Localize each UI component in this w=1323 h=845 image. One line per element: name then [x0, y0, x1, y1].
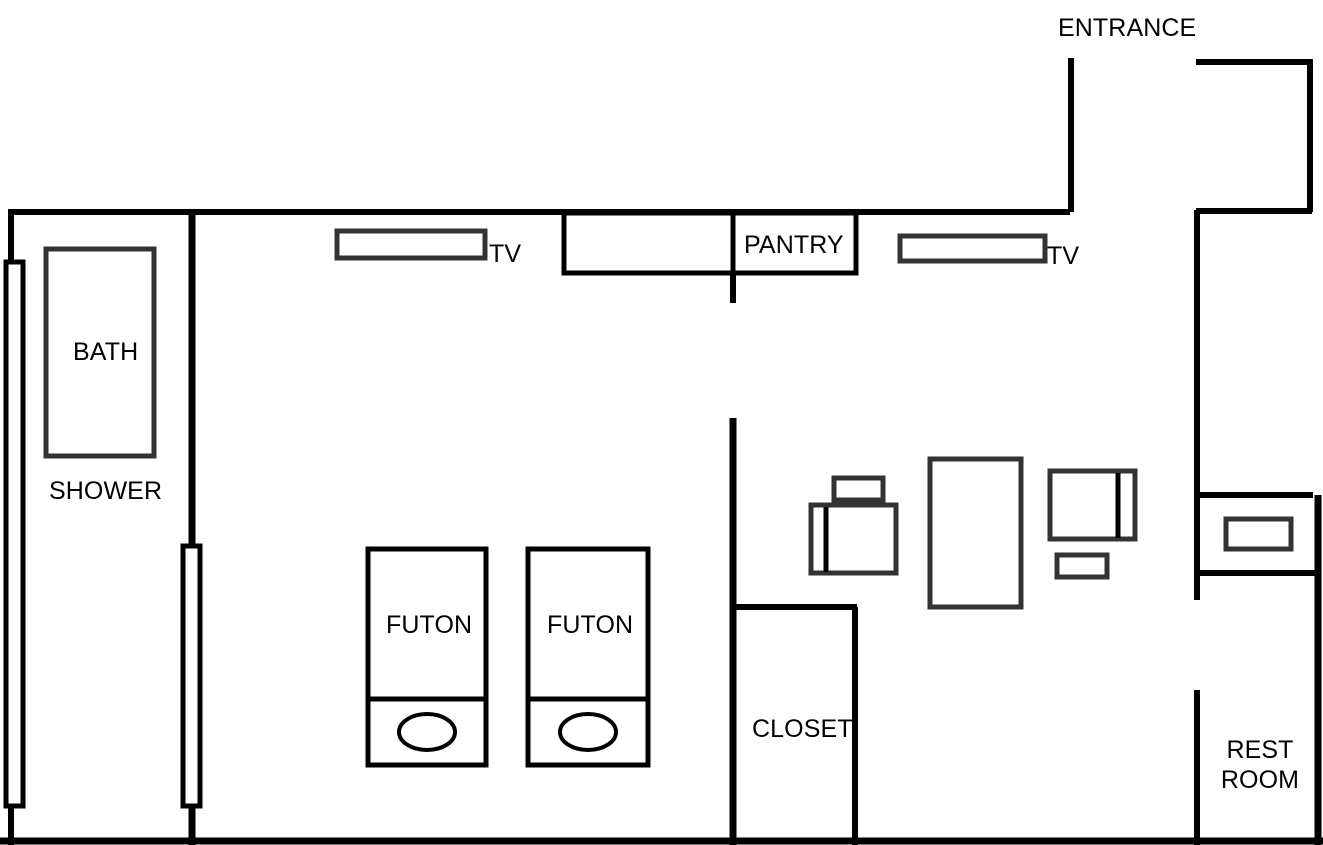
label-shower: SHOWER: [49, 477, 163, 505]
center-table: [927, 456, 1024, 610]
tv-left: [334, 228, 488, 261]
label-entrance: ENTRANCE: [1058, 14, 1197, 42]
lounge-furniture-group: [808, 456, 1138, 610]
label-closet: CLOSET: [752, 715, 853, 743]
window-left: [3, 259, 26, 809]
label-tv-left: TV: [489, 240, 522, 268]
label-tv-right: TV: [1047, 242, 1080, 270]
label-pantry: PANTRY: [744, 231, 844, 259]
armchair-right: [1047, 468, 1138, 542]
window-middle: [180, 543, 203, 809]
futon-left-pillow: [397, 712, 457, 752]
tv-right: [897, 233, 1048, 264]
label-futon-left: FUTON: [386, 611, 473, 639]
label-rest-room-line2: ROOM: [1220, 766, 1300, 794]
futon-beds-group: [365, 546, 651, 768]
label-rest-room-line1: REST: [1226, 736, 1294, 764]
side-table-left: [831, 475, 886, 503]
side-table-right: [1054, 552, 1110, 580]
label-bath: BATH: [73, 338, 139, 366]
floor-plan-canvas: [0, 58, 1323, 845]
label-futon-right: FUTON: [547, 611, 634, 639]
futon-right-pillow: [558, 712, 618, 752]
vanity-sink: [1223, 516, 1294, 552]
floor-plan-diagram: ENTRANCE BATH SHOWER TV TV PANTRY FUTON …: [0, 0, 1323, 845]
kitchen-counter: [561, 210, 737, 276]
